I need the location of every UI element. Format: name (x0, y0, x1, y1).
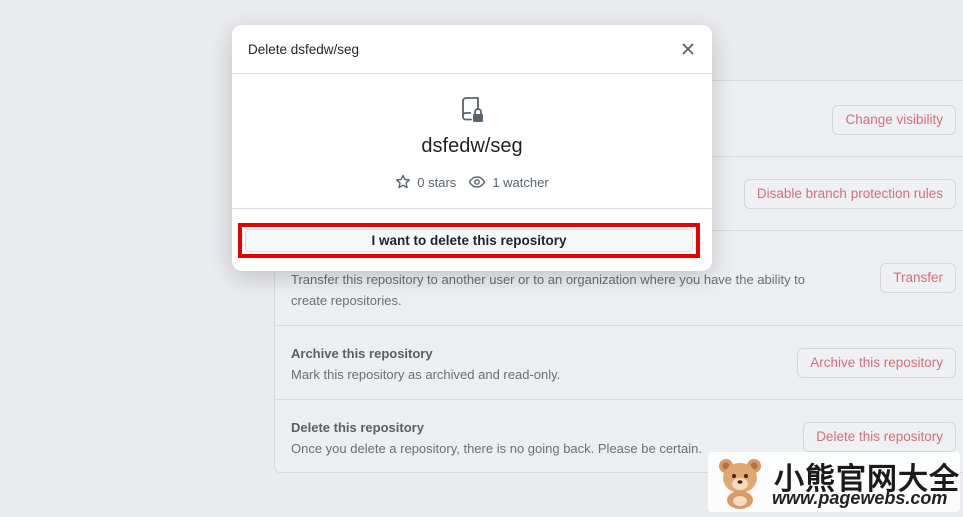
repo-stats: 0 stars 1 watcher (232, 174, 712, 190)
stars-count: 0 stars (417, 174, 457, 190)
bear-logo-icon (719, 459, 761, 509)
close-button[interactable] (678, 39, 698, 59)
watermark: 小熊官网大全 www.pagewebs.com (708, 452, 960, 512)
close-icon (682, 43, 694, 55)
dialog-title: Delete dsfedw/seg (248, 42, 360, 57)
star-icon (396, 174, 411, 189)
repo-locked-icon (462, 97, 483, 122)
stars-stat: 0 stars (395, 174, 456, 190)
dialog-divider (232, 208, 712, 209)
watchers-count: 1 watcher (492, 174, 549, 190)
settings-page: Change visibility Disable branch protect… (0, 0, 963, 517)
eye-icon (469, 176, 486, 188)
watermark-url: www.pagewebs.com (772, 488, 948, 508)
confirm-delete-button[interactable]: I want to delete this repository (245, 229, 693, 252)
confirm-highlight: I want to delete this repository (238, 223, 700, 258)
dialog-header: Delete dsfedw/seg (232, 25, 712, 74)
repo-name: dsfedw/seg (421, 135, 523, 157)
delete-repo-dialog: Delete dsfedw/seg dsfedw/seg 0 stars 1 w… (232, 25, 712, 271)
watchers-stat: 1 watcher (468, 174, 549, 190)
